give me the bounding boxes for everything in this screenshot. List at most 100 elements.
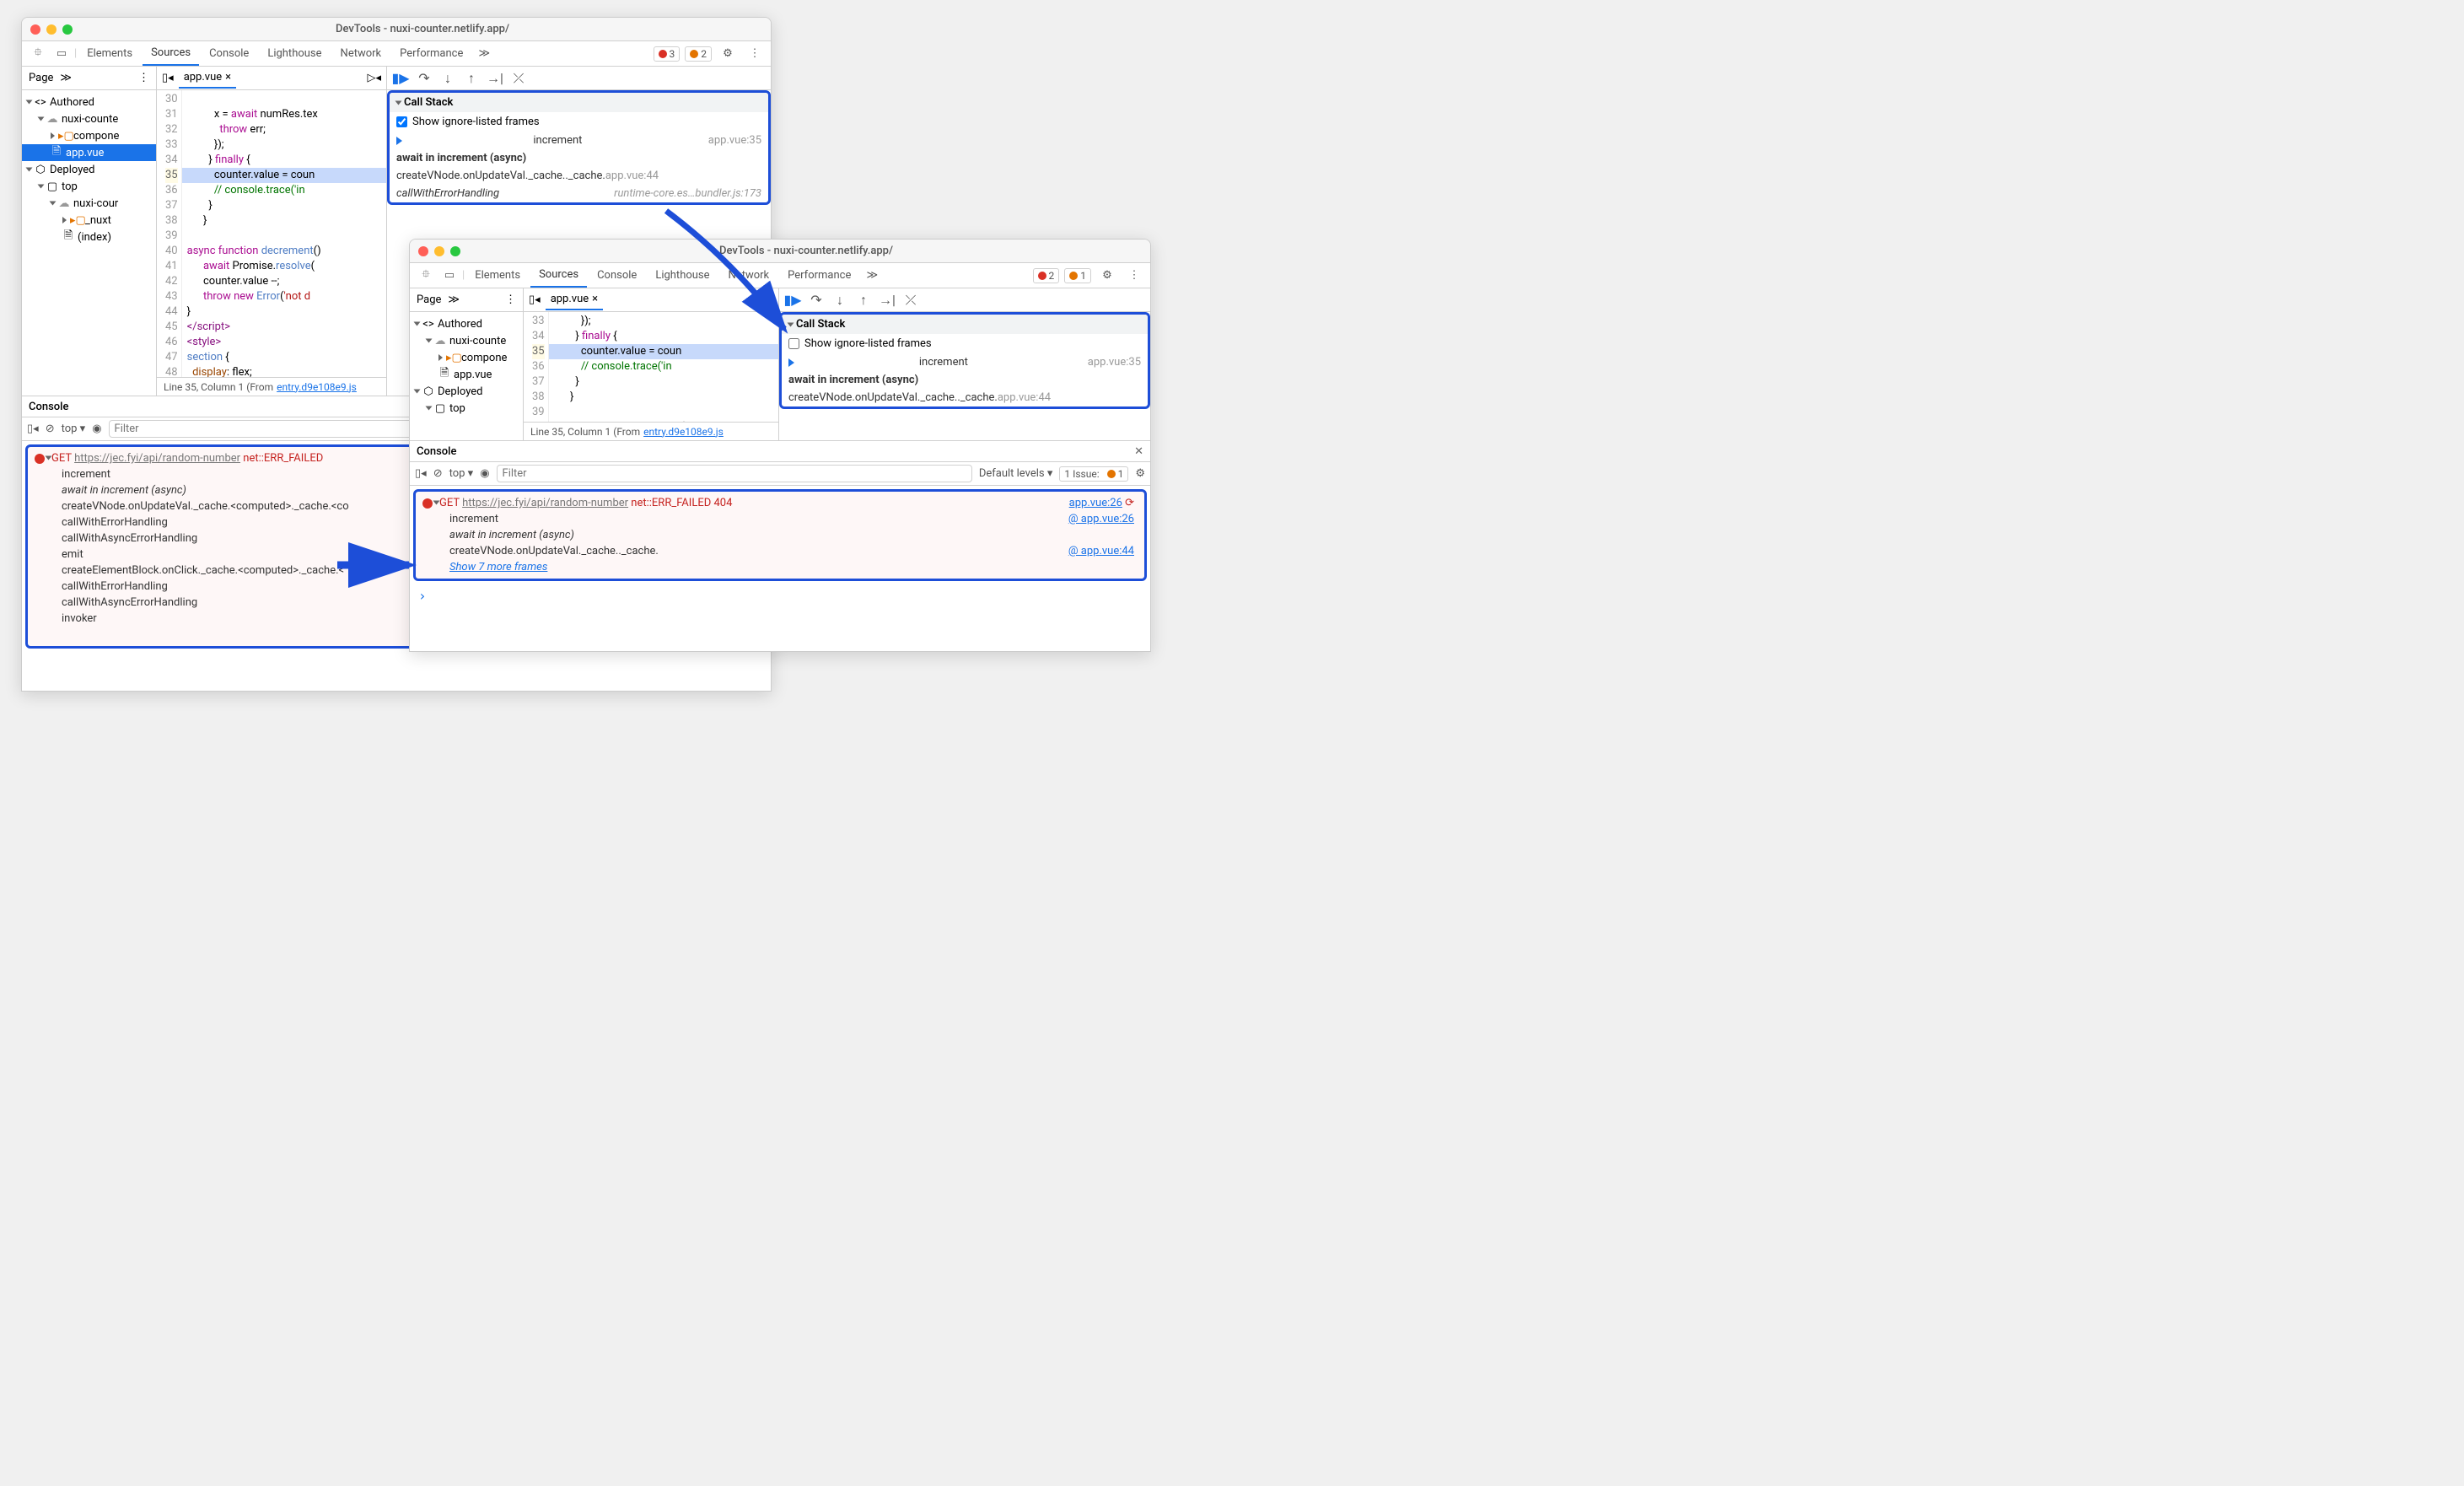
- tree-item[interactable]: ☁nuxi-counte: [410, 332, 523, 349]
- more-tabs-icon[interactable]: ≫: [473, 43, 495, 65]
- file-tab-app-vue[interactable]: app.vue×: [179, 67, 236, 89]
- zoom-icon[interactable]: [62, 24, 73, 35]
- tab-console[interactable]: Console: [201, 42, 257, 65]
- device-icon[interactable]: ▭: [51, 43, 73, 65]
- tab-lighthouse[interactable]: Lighthouse: [647, 264, 718, 287]
- close-tab-icon[interactable]: ×: [592, 293, 598, 305]
- sidebar-icon[interactable]: ▯◂: [415, 467, 427, 480]
- tab-performance[interactable]: Performance: [779, 264, 859, 287]
- tree-item[interactable]: ▸▢compone: [22, 127, 156, 144]
- stack-frame[interactable]: await in increment (async): [782, 371, 1148, 389]
- close-drawer-icon[interactable]: ✕: [1134, 445, 1143, 458]
- clear-console-icon[interactable]: ⊘: [433, 467, 443, 480]
- tree-item[interactable]: ☁nuxi-counte: [22, 110, 156, 127]
- sourcemap-link[interactable]: entry.d9e108e9.js: [277, 381, 357, 393]
- code-editor[interactable]: 3334353637383940 }); } finally { counter…: [524, 312, 778, 422]
- tree-item[interactable]: <>Authored: [410, 315, 523, 332]
- step-over-icon[interactable]: ↷: [810, 293, 823, 307]
- call-stack-header[interactable]: Call Stack: [782, 315, 1148, 334]
- stack-frame[interactable]: callWithErrorHandlingruntime-core.es…bun…: [390, 185, 768, 202]
- source-link[interactable]: @ app.vue:26: [1068, 513, 1134, 525]
- tab-elements[interactable]: Elements: [466, 264, 529, 287]
- context-selector[interactable]: top ▾: [449, 467, 474, 480]
- ignore-list-checkbox[interactable]: [788, 338, 799, 349]
- device-icon[interactable]: ▭: [438, 265, 460, 287]
- tab-sources[interactable]: Sources: [143, 41, 199, 66]
- live-expression-icon[interactable]: ◉: [480, 467, 489, 480]
- nav-page-tab[interactable]: Page: [417, 293, 441, 306]
- tree-item[interactable]: <>Authored: [22, 94, 156, 110]
- kebab-icon[interactable]: ⋮: [1123, 265, 1145, 287]
- deactivate-bp-icon[interactable]: ⤫: [904, 293, 917, 307]
- resume-icon[interactable]: ▮▶: [786, 293, 799, 307]
- close-icon[interactable]: [30, 24, 40, 35]
- tab-console[interactable]: Console: [589, 264, 645, 287]
- error-count-badge[interactable]: 2: [1033, 268, 1060, 283]
- ignore-list-checkbox[interactable]: [396, 116, 407, 127]
- zoom-icon[interactable]: [450, 246, 460, 256]
- console-error-line[interactable]: GET https://jec.fyi/api/random-number ne…: [419, 495, 1141, 511]
- stack-frame[interactable]: createVNode.onUpdateVal._cache.._cache.a…: [390, 167, 768, 185]
- stack-frame[interactable]: await in increment (async): [390, 149, 768, 167]
- run-icon[interactable]: ▷◂: [367, 72, 381, 84]
- step-into-icon[interactable]: ↓: [441, 72, 455, 85]
- close-icon[interactable]: [418, 246, 428, 256]
- resume-icon[interactable]: ▮▶: [394, 72, 407, 85]
- tree-item[interactable]: ▸▢compone: [410, 349, 523, 366]
- deactivate-bp-icon[interactable]: ⤫: [512, 72, 525, 85]
- log-levels-selector[interactable]: Default levels ▾: [979, 467, 1053, 480]
- step-over-icon[interactable]: ↷: [417, 72, 431, 85]
- more-icon[interactable]: ≫: [448, 293, 460, 306]
- stack-frame[interactable]: incrementapp.vue:35: [390, 132, 768, 149]
- nav-pane-icon[interactable]: ▯◂: [162, 72, 174, 84]
- step-into-icon[interactable]: ↓: [833, 293, 847, 307]
- source-link[interactable]: @ app.vue:44: [1068, 545, 1134, 557]
- live-expression-icon[interactable]: ◉: [92, 423, 101, 435]
- kebab-icon[interactable]: ⋮: [138, 72, 149, 84]
- warn-count-badge[interactable]: 1: [1064, 268, 1091, 283]
- issues-badge[interactable]: 1 Issue: 1: [1059, 466, 1128, 482]
- step-out-icon[interactable]: ↑: [465, 72, 478, 85]
- tab-sources[interactable]: Sources: [530, 263, 587, 288]
- tab-elements[interactable]: Elements: [78, 42, 141, 65]
- show-more-frames[interactable]: Show 7 more frames: [419, 559, 1141, 575]
- ignore-list-option[interactable]: Show ignore-listed frames: [390, 112, 768, 132]
- nav-pane-icon[interactable]: ▯◂: [529, 293, 541, 306]
- close-tab-icon[interactable]: ×: [225, 71, 231, 83]
- tree-item[interactable]: ▢top: [22, 178, 156, 195]
- tree-item[interactable]: ⬡Deployed: [410, 383, 523, 400]
- step-icon[interactable]: →|: [488, 72, 502, 85]
- context-selector[interactable]: top ▾: [62, 423, 86, 435]
- step-icon[interactable]: →|: [880, 293, 894, 307]
- console-settings-icon[interactable]: ⚙: [1135, 467, 1145, 480]
- tree-item[interactable]: 🗎(index): [22, 229, 156, 245]
- tab-lighthouse[interactable]: Lighthouse: [259, 42, 330, 65]
- tree-item[interactable]: ▸▢_nuxt: [22, 212, 156, 229]
- stack-frame[interactable]: createVNode.onUpdateVal._cache.._cache.a…: [782, 389, 1148, 406]
- minimize-icon[interactable]: [46, 24, 56, 35]
- code-editor[interactable]: 3031323334353637383940414243444546474849…: [157, 90, 386, 377]
- file-tab-app-vue[interactable]: app.vue×: [546, 289, 603, 310]
- tree-item[interactable]: 🗎app.vue: [22, 144, 156, 161]
- nav-page-tab[interactable]: Page: [29, 72, 53, 84]
- tree-item[interactable]: ▢top: [410, 400, 523, 417]
- tab-network[interactable]: Network: [720, 264, 778, 287]
- sidebar-icon[interactable]: ▯◂: [27, 423, 39, 435]
- ignore-list-option[interactable]: Show ignore-listed frames: [782, 334, 1148, 353]
- stack-frame[interactable]: incrementapp.vue:35: [782, 353, 1148, 371]
- inspect-icon[interactable]: ⯐: [415, 265, 437, 287]
- settings-icon[interactable]: ⚙: [717, 43, 739, 65]
- console-prompt[interactable]: ›: [410, 584, 1150, 607]
- settings-icon[interactable]: ⚙: [1096, 265, 1118, 287]
- tree-item[interactable]: 🗎app.vue: [410, 366, 523, 383]
- step-out-icon[interactable]: ↑: [857, 293, 870, 307]
- more-tabs-icon[interactable]: ≫: [861, 265, 883, 287]
- clear-console-icon[interactable]: ⊘: [46, 423, 55, 435]
- tab-performance[interactable]: Performance: [391, 42, 471, 65]
- console-filter-input[interactable]: [497, 465, 972, 482]
- kebab-icon[interactable]: ⋮: [744, 43, 766, 65]
- sourcemap-link[interactable]: entry.d9e108e9.js: [643, 426, 724, 438]
- inspect-icon[interactable]: ⯐: [27, 43, 49, 65]
- tree-item[interactable]: ☁nuxi-cour: [22, 195, 156, 212]
- console-drawer-header[interactable]: Console ✕: [410, 440, 1150, 462]
